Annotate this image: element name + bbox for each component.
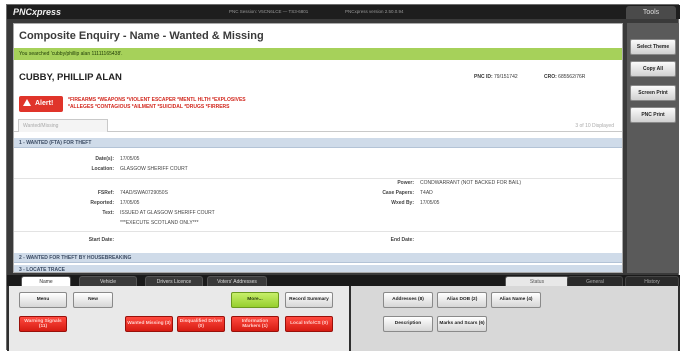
fsref-value: 74AD/SWA0729050S (120, 190, 168, 196)
cro-value: 685562/76R (558, 74, 586, 80)
fsref-label: FSRef: (97, 190, 114, 196)
version-info: PNCxpress version 2.50.0.94 (345, 9, 404, 14)
copy-all-button[interactable]: Copy All (630, 61, 676, 77)
record-header-3[interactable]: 3 - LOCATE TRACE (14, 265, 622, 272)
tools-tab[interactable]: Tools (626, 6, 676, 19)
more-button[interactable]: More... (231, 292, 279, 308)
status-panel: Addresses (8) Alias DOB (2) Alias Name (… (351, 286, 678, 351)
tab-history[interactable]: History (625, 276, 679, 286)
name-actions-panel: Menu New More... Record Summary Warning … (9, 286, 349, 351)
cro-label: CRO: (544, 74, 557, 80)
tab-status[interactable]: Status (505, 276, 569, 286)
wxed-by-value: 17/05/05 (420, 200, 440, 206)
case-papers-value: T4AD (420, 190, 433, 196)
tools-panel: Select Theme Copy All Screen Print PNC P… (627, 23, 679, 273)
power-value: CONDWARRANT (NOT BACKED FOR BAIL) (420, 180, 522, 186)
marks-scars-button[interactable]: Marks and Scars (6) (437, 316, 487, 332)
main-content: Composite Enquiry - Name - Wanted & Miss… (13, 23, 623, 273)
divider (14, 178, 622, 179)
alert-markers-line-2: *ALLEGES *CONTAGIOUS *AILMENT *SUICIDAL … (68, 104, 230, 110)
reported-label: Reported: (90, 200, 114, 206)
tab-general[interactable]: General (567, 276, 623, 286)
pnc-id: PNC ID: 79/151742 (474, 74, 518, 80)
information-markers-button[interactable]: Information Markers (1) (231, 316, 279, 332)
menu-button[interactable]: Menu (19, 292, 67, 308)
displayed-count: 3 of 10 Displayed (575, 123, 614, 129)
alias-dob-button[interactable]: Alias DOB (2) (437, 292, 487, 308)
alert-markers: *FIREARMS *WEAPONS *VIOLENT ESCAPER *MEN… (68, 97, 246, 111)
wxed-by-label: Wxed By: (391, 200, 414, 206)
case-papers-label: Case Papers: (382, 190, 414, 196)
alert-markers-line-1: *FIREARMS *WEAPONS *VIOLENT ESCAPER *MEN… (68, 97, 246, 103)
tab-drivers-licence[interactable]: Drivers Licence (145, 276, 203, 286)
select-theme-button[interactable]: Select Theme (630, 39, 676, 55)
bottom-toolbar: Name Vehicle Drivers Licence Voters' Add… (7, 275, 680, 351)
disqualified-driver-button[interactable]: Disqualified Driver (0) (177, 316, 225, 332)
record-header-1[interactable]: 1 - WANTED (FTA) FOR THEFT (14, 138, 622, 148)
power-label: Power: (397, 180, 414, 186)
screen-print-button[interactable]: Screen Print (630, 85, 676, 101)
date-label: Date(s): (95, 156, 114, 162)
location-value: GLASGOW SHERIFF COURT (120, 166, 188, 172)
addresses-button[interactable]: Addresses (8) (383, 292, 433, 308)
start-date-label: Start Date: (88, 237, 114, 243)
pnc-id-label: PNC ID: (474, 74, 493, 80)
divider (14, 231, 622, 232)
pnc-id-value: 79/151742 (494, 74, 518, 80)
warning-signals-button[interactable]: Warning Signals (11) (19, 316, 67, 332)
subtab-bar: Wanted/Missing 3 of 10 Displayed (14, 118, 622, 132)
text-line-1: ISSUED AT GLASGOW SHERIFF COURT (120, 210, 215, 216)
reported-value: 17/05/05 (120, 200, 140, 206)
text-line-2: ***EXECUTE SCOTLAND ONLY*** (120, 220, 199, 226)
new-button[interactable]: New (73, 292, 113, 308)
tab-voters-addresses[interactable]: Voters' Addresses (207, 276, 267, 286)
description-button[interactable]: Description (383, 316, 433, 332)
pnc-print-button[interactable]: PNC Print (630, 107, 676, 123)
search-banner: You searched 'cubby/phillip alan 1111116… (14, 48, 622, 60)
app-logo: PNCxpress (13, 7, 62, 17)
page-title: Composite Enquiry - Name - Wanted & Miss… (19, 30, 264, 42)
app-window: PNCxpress PNC Session: V5CN6LCE — TS3-68… (6, 4, 680, 351)
subject-name: CUBBY, PHILLIP ALAN (19, 72, 122, 83)
local-info-button[interactable]: Local Info/CS (0) (285, 316, 333, 332)
end-date-label: End Date: (390, 237, 414, 243)
top-bar: PNCxpress PNC Session: V5CN6LCE — TS3-68… (7, 5, 680, 19)
cro: CRO: 685562/76R (544, 74, 585, 80)
session-info: PNC Session: V5CN6LCE — TS3-6801 (229, 9, 309, 14)
alias-name-button[interactable]: Alias Name (4) (491, 292, 541, 308)
bottom-tab-strip: Name Vehicle Drivers Licence Voters' Add… (7, 275, 680, 286)
record-header-2[interactable]: 2 - WANTED FOR THEFT BY HOUSEBREAKING (14, 253, 622, 263)
location-label: Location: (91, 166, 115, 172)
tab-vehicle[interactable]: Vehicle (79, 276, 137, 286)
alert-button[interactable]: Alert! (19, 96, 63, 112)
text-label: Text: (102, 210, 114, 216)
date-value: 17/05/05 (120, 156, 140, 162)
warning-icon (23, 99, 31, 106)
record-summary-button[interactable]: Record Summary (285, 292, 333, 308)
tab-name[interactable]: Name (21, 276, 71, 286)
tab-wanted-missing[interactable]: Wanted/Missing (18, 119, 108, 132)
alert-label: Alert! (35, 100, 54, 107)
wanted-missing-button[interactable]: Wanted Missing (3) (125, 316, 173, 332)
